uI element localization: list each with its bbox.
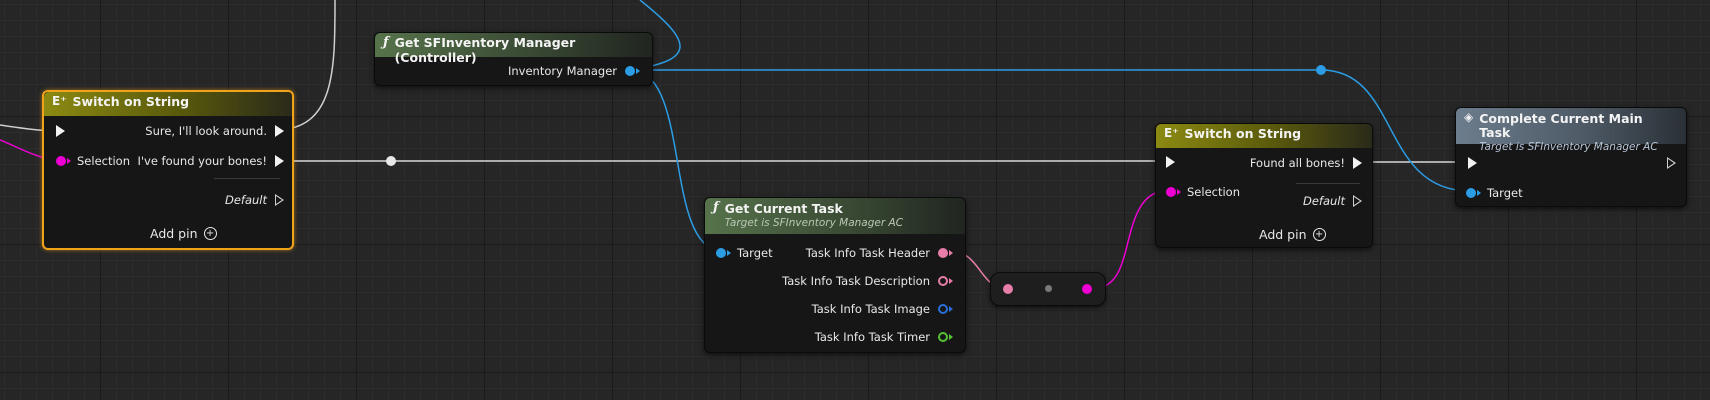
plus-icon: + <box>203 227 217 240</box>
switch-icon: E⁺ <box>52 94 67 108</box>
string-pin-icon[interactable] <box>56 156 66 166</box>
node-title: Get SFInventory Manager (Controller) <box>394 35 576 65</box>
node-title: Get Current Task <box>724 201 843 216</box>
pin-arrow-icon <box>67 158 71 164</box>
divider <box>1296 183 1360 184</box>
exec-arrow-icon[interactable] <box>275 155 284 167</box>
output-label: Task Info Task Header <box>805 246 930 260</box>
output-label: Sure, I'll look around. <box>145 124 267 138</box>
node-header[interactable]: ◈ Complete Current Main Task Target is S… <box>1456 108 1686 153</box>
switch-on-string-node-2[interactable]: E⁺ Switch on String Selection Found all … <box>1155 123 1373 248</box>
target-input-pin[interactable]: Target <box>716 246 773 260</box>
function-icon: ◈ <box>1464 110 1474 124</box>
output-label: Inventory Manager <box>508 64 617 78</box>
exec-arrow-icon[interactable] <box>1166 156 1175 168</box>
node-subtitle: Target is SFInventory Manager AC <box>1479 141 1658 153</box>
exec-arrow-icon[interactable] <box>1353 157 1362 169</box>
function-icon: ƒ <box>383 35 389 50</box>
exec-arrow-icon[interactable] <box>1667 157 1676 169</box>
pin-arrow-icon <box>949 334 953 340</box>
exec-arrow-icon[interactable] <box>275 125 284 137</box>
target-label: Target <box>1487 186 1523 200</box>
add-pin-label: Add pin <box>1259 227 1307 242</box>
default-label: Default <box>1302 194 1345 208</box>
node-header[interactable]: E⁺ Switch on String <box>44 92 292 116</box>
exec-arrow-icon[interactable] <box>275 194 284 206</box>
node-title: Switch on String <box>72 94 190 109</box>
get-inventory-manager-node[interactable]: ƒ Get SFInventory Manager (Controller) I… <box>374 32 653 86</box>
node-title: Switch on String <box>1184 126 1302 141</box>
pin-arrow-icon <box>1177 189 1181 195</box>
node-subtitle: Target is SFInventory Manager AC <box>724 217 904 229</box>
selection-input-pin[interactable]: Selection <box>1166 185 1240 199</box>
selection-label: Selection <box>1187 185 1240 199</box>
node-header[interactable]: ƒ Get SFInventory Manager (Controller) <box>375 33 652 65</box>
add-pin-button[interactable]: Add pin + <box>1259 227 1326 242</box>
reroute-node-object[interactable] <box>1316 65 1326 75</box>
exec-arrow-icon[interactable] <box>1468 157 1477 169</box>
node-center-dot <box>1045 285 1052 292</box>
output-label: Task Info Task Image <box>811 302 930 316</box>
pin-arrow-icon <box>636 68 640 74</box>
task-timer-output-pin[interactable]: Task Info Task Timer <box>815 330 953 344</box>
plus-icon: + <box>1312 228 1326 241</box>
switch-icon: E⁺ <box>1164 126 1179 140</box>
node-title: Complete Current Main Task <box>1479 111 1643 140</box>
output-pin-found-all-bones[interactable]: Found all bones! <box>1250 156 1362 170</box>
text-pin-icon[interactable] <box>938 248 948 258</box>
node-header[interactable]: ƒ Get Current Task Target is SFInventory… <box>705 198 965 234</box>
string-pin-icon[interactable] <box>1082 284 1092 294</box>
inventory-manager-output-pin[interactable]: Inventory Manager <box>508 64 640 78</box>
switch-on-string-node-1[interactable]: E⁺ Switch on String Selection Sure, I'll… <box>42 90 294 250</box>
task-description-output-pin[interactable]: Task Info Task Description <box>782 274 953 288</box>
exec-arrow-icon[interactable] <box>56 125 65 137</box>
task-header-output-pin[interactable]: Task Info Task Header <box>806 246 953 260</box>
object-pin-icon[interactable] <box>1466 188 1476 198</box>
pin-arrow-icon <box>727 250 731 256</box>
pin-arrow-icon <box>949 250 953 256</box>
complete-current-main-task-node[interactable]: ◈ Complete Current Main Task Target is S… <box>1455 107 1687 207</box>
text-pin-icon[interactable] <box>938 276 948 286</box>
reroute-node-exec[interactable] <box>386 156 396 166</box>
target-input-pin[interactable]: Target <box>1466 186 1523 200</box>
task-image-output-pin[interactable]: Task Info Task Image <box>812 302 953 316</box>
exec-output-pin[interactable] <box>1667 157 1676 169</box>
node-header[interactable]: E⁺ Switch on String <box>1156 124 1372 148</box>
pin-arrow-icon <box>949 306 953 312</box>
get-current-task-node[interactable]: ƒ Get Current Task Target is SFInventory… <box>704 197 966 353</box>
image-pin-icon[interactable] <box>938 304 948 314</box>
object-pin-icon[interactable] <box>716 248 726 258</box>
exec-arrow-icon[interactable] <box>1353 195 1362 207</box>
text-pin-icon[interactable] <box>1003 284 1013 294</box>
output-label: Found all bones! <box>1249 156 1345 170</box>
output-label: I've found your bones! <box>137 154 267 168</box>
output-pin-found-bones[interactable]: I've found your bones! <box>137 154 284 168</box>
selection-input-pin[interactable]: Selection <box>56 154 130 168</box>
selection-label: Selection <box>77 154 130 168</box>
string-pin-icon[interactable] <box>1166 187 1176 197</box>
divider <box>214 178 280 179</box>
output-pin-default[interactable]: Default <box>225 193 284 207</box>
add-pin-button[interactable]: Add pin + <box>150 226 217 241</box>
pin-arrow-icon <box>1477 190 1481 196</box>
exec-input-pin[interactable] <box>1166 156 1175 168</box>
conversion-node[interactable] <box>990 272 1106 306</box>
exec-input-pin[interactable] <box>1468 157 1477 169</box>
function-icon: ƒ <box>713 200 719 215</box>
exec-input-pin[interactable] <box>56 125 65 137</box>
output-pin-default[interactable]: Default <box>1303 194 1362 208</box>
object-pin-icon[interactable] <box>625 66 635 76</box>
default-label: Default <box>224 193 267 207</box>
output-label: Task Info Task Description <box>782 274 930 288</box>
output-label: Task Info Task Timer <box>814 330 930 344</box>
target-label: Target <box>737 246 773 260</box>
output-pin-sure[interactable]: Sure, I'll look around. <box>145 124 284 138</box>
timer-pin-icon[interactable] <box>938 332 948 342</box>
pin-arrow-icon <box>949 278 953 284</box>
add-pin-label: Add pin <box>150 226 198 241</box>
